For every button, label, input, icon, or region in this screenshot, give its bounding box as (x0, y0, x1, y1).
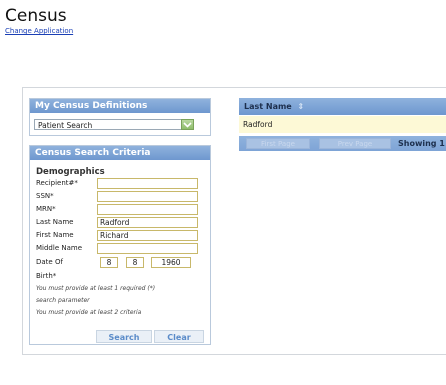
mrn-label: MRN* (36, 205, 56, 213)
showing-count: Showing 1 (398, 139, 445, 148)
page-title: Census (5, 6, 67, 26)
middle-name-input[interactable] (97, 243, 198, 254)
last-name-column-label: Last Name (244, 102, 292, 111)
dob-day-input[interactable]: 8 (126, 257, 144, 268)
table-row[interactable]: Radford (239, 116, 446, 133)
first-name-label: First Name (36, 231, 74, 239)
first-page-button[interactable]: First Page (246, 138, 310, 149)
search-criteria-panel: Census Search Criteria Demographics Reci… (29, 145, 211, 345)
first-name-input[interactable]: Richard (97, 230, 198, 241)
definition-select[interactable]: Patient Search (34, 119, 194, 130)
criteria-note: You must provide at least 2 criteria (36, 309, 142, 316)
middle-name-label: Middle Name (36, 244, 82, 252)
last-name-column-header[interactable]: Last Name ⇕ (239, 98, 446, 115)
dob-label-cont: Birth* (36, 272, 57, 280)
required-note-cont: search parameter (36, 297, 90, 304)
criteria-header: Census Search Criteria (30, 146, 210, 160)
demographics-heading: Demographics (36, 167, 105, 177)
chevron-down-icon[interactable] (181, 119, 194, 130)
required-note: You must provide at least 1 required (*) (36, 285, 156, 292)
recipient-label: Recipient#* (36, 179, 78, 187)
dob-month-input[interactable]: 8 (100, 257, 118, 268)
sort-icon[interactable]: ⇕ (298, 102, 305, 111)
table-cell-last-name: Radford (243, 120, 273, 129)
dob-year-input[interactable]: 1960 (151, 257, 191, 268)
ssn-input[interactable] (97, 191, 198, 202)
mrn-input[interactable] (97, 204, 198, 215)
search-button[interactable]: Search (96, 330, 152, 343)
prev-page-button[interactable]: Prev Page (319, 138, 391, 149)
clear-button[interactable]: Clear (154, 330, 204, 343)
definitions-header: My Census Definitions (30, 99, 210, 113)
change-application-link[interactable]: Change Application (5, 27, 73, 35)
recipient-input[interactable] (97, 178, 198, 189)
census-definitions-panel: My Census Definitions Patient Search (29, 98, 211, 136)
pagination-bar: First Page Prev Page Showing 1 (239, 136, 446, 151)
last-name-input[interactable]: Radford (97, 217, 198, 228)
ssn-label: SSN* (36, 192, 54, 200)
last-name-label: Last Name (36, 218, 74, 226)
dob-label: Date Of (36, 258, 63, 266)
definition-select-value: Patient Search (38, 121, 93, 130)
